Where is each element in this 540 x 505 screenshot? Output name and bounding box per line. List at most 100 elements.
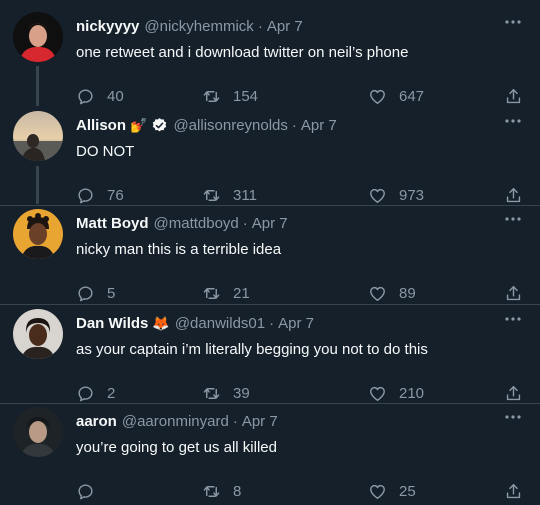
tweet[interactable]: Dan Wilds 🦊 @danwilds01 · Apr 7 as your …	[0, 309, 540, 404]
tweet-text: nicky man this is a terrible idea	[76, 241, 282, 258]
reply-count: 5	[107, 284, 116, 302]
display-name[interactable]: Dan Wilds	[76, 315, 148, 332]
display-name[interactable]: nickyyyy	[76, 18, 139, 35]
user-handle[interactable]: @aaronminyard	[122, 413, 229, 430]
heart-icon	[370, 484, 385, 499]
share-button[interactable]	[504, 477, 523, 505]
reply-icon	[78, 285, 93, 301]
tweet-text: as your captain i’m literally begging yo…	[76, 341, 428, 358]
timestamp[interactable]: Apr 7	[252, 215, 288, 232]
share-icon	[506, 88, 521, 103]
heart-icon	[370, 286, 385, 301]
reply-count: 40	[107, 87, 124, 105]
display-name[interactable]: Allison	[76, 117, 126, 134]
retweet-count: 39	[233, 384, 250, 402]
retweet-icon	[203, 387, 220, 399]
tweet-thread: nickyyyy @nickyhemmick · Apr 7 one retwe…	[0, 0, 540, 502]
heart-icon	[370, 188, 385, 203]
like-count: 89	[399, 284, 416, 302]
share-button[interactable]	[504, 279, 523, 307]
timestamp[interactable]: Apr 7	[278, 315, 314, 332]
like-count: 973	[399, 186, 425, 204]
timestamp[interactable]: Apr 7	[267, 18, 303, 35]
more-icon	[505, 415, 521, 419]
avatar[interactable]	[13, 209, 63, 259]
reply-button[interactable]	[76, 477, 107, 505]
retweet-count: 8	[233, 482, 242, 500]
like-count: 647	[399, 87, 425, 105]
timestamp[interactable]: Apr 7	[301, 117, 337, 134]
like-count: 25	[399, 482, 416, 500]
user-handle[interactable]: @nickyhemmick	[144, 18, 253, 35]
tweet-actions: 40 154 647	[76, 82, 532, 110]
name-emoji: 🦊	[152, 314, 170, 331]
separator: ·	[232, 412, 238, 430]
more-button[interactable]	[502, 12, 524, 32]
retweet-button[interactable]: 8	[202, 477, 241, 505]
name-emoji: 💅	[130, 116, 148, 133]
reply-icon	[78, 88, 93, 104]
like-count: 210	[399, 384, 425, 402]
more-button[interactable]	[502, 209, 524, 229]
tweet[interactable]: nickyyyy @nickyhemmick · Apr 7 one retwe…	[0, 12, 540, 107]
share-icon	[506, 385, 521, 400]
tweet-header: aaron @aaronminyard · Apr 7	[76, 411, 278, 431]
reply-icon	[78, 385, 93, 401]
tweet-divider	[0, 403, 540, 404]
display-name[interactable]: aaron	[76, 413, 117, 430]
retweet-button[interactable]: 154	[202, 82, 258, 110]
user-handle[interactable]: @mattdboyd	[154, 215, 239, 232]
more-icon	[505, 119, 521, 123]
verified-badge-icon	[151, 117, 168, 134]
tweet-actions: 8 25	[76, 477, 532, 505]
retweet-count: 21	[233, 284, 250, 302]
share-icon	[506, 285, 521, 300]
avatar[interactable]	[13, 309, 63, 359]
share-icon	[506, 187, 521, 202]
retweet-icon	[203, 287, 220, 299]
more-icon	[505, 20, 521, 24]
retweet-icon	[203, 485, 220, 497]
tweet-divider	[0, 205, 540, 206]
tweet[interactable]: Matt Boyd @mattdboyd · Apr 7 nicky man t…	[0, 209, 540, 304]
share-icon	[506, 483, 521, 498]
avatar[interactable]	[13, 407, 63, 457]
tweet-actions: 5 21 89	[76, 279, 532, 307]
more-icon	[505, 317, 521, 321]
separator: ·	[242, 214, 248, 232]
more-button[interactable]	[502, 407, 524, 427]
tweet-header: nickyyyy @nickyhemmick · Apr 7	[76, 16, 303, 36]
like-button[interactable]: 647	[368, 82, 424, 110]
tweet-text: you’re going to get us all killed	[76, 439, 277, 456]
reply-count: 2	[107, 384, 116, 402]
reply-button[interactable]: 5	[76, 279, 115, 307]
retweet-icon	[203, 90, 220, 102]
tweet[interactable]: Allison 💅 @allisonreynolds · Apr 7 DO NO…	[0, 111, 540, 206]
more-icon	[505, 217, 521, 221]
like-button[interactable]: 89	[368, 279, 416, 307]
retweet-icon	[203, 189, 220, 201]
tweet-text: DO NOT	[76, 143, 135, 160]
more-button[interactable]	[502, 111, 524, 131]
retweet-count: 311	[233, 186, 257, 204]
share-button[interactable]	[504, 82, 523, 110]
reply-icon	[78, 483, 93, 499]
separator: ·	[269, 314, 275, 332]
separator: ·	[291, 116, 297, 134]
tweet-divider	[0, 304, 540, 305]
like-button[interactable]: 25	[368, 477, 416, 505]
avatar[interactable]	[13, 111, 63, 161]
reply-button[interactable]: 40	[76, 82, 124, 110]
user-handle[interactable]: @allisonreynolds	[173, 117, 287, 134]
avatar[interactable]	[13, 12, 63, 62]
tweet-text: one retweet and i download twitter on ne…	[76, 44, 409, 61]
timestamp[interactable]: Apr 7	[242, 413, 278, 430]
more-button[interactable]	[502, 309, 524, 329]
tweet-header: Matt Boyd @mattdboyd · Apr 7	[76, 213, 288, 233]
reply-count: 76	[107, 186, 124, 204]
user-handle[interactable]: @danwilds01	[175, 315, 265, 332]
display-name[interactable]: Matt Boyd	[76, 215, 149, 232]
tweet-header: Allison 💅 @allisonreynolds · Apr 7	[76, 115, 337, 135]
retweet-button[interactable]: 21	[202, 279, 250, 307]
tweet[interactable]: aaron @aaronminyard · Apr 7 you’re going…	[0, 407, 540, 502]
